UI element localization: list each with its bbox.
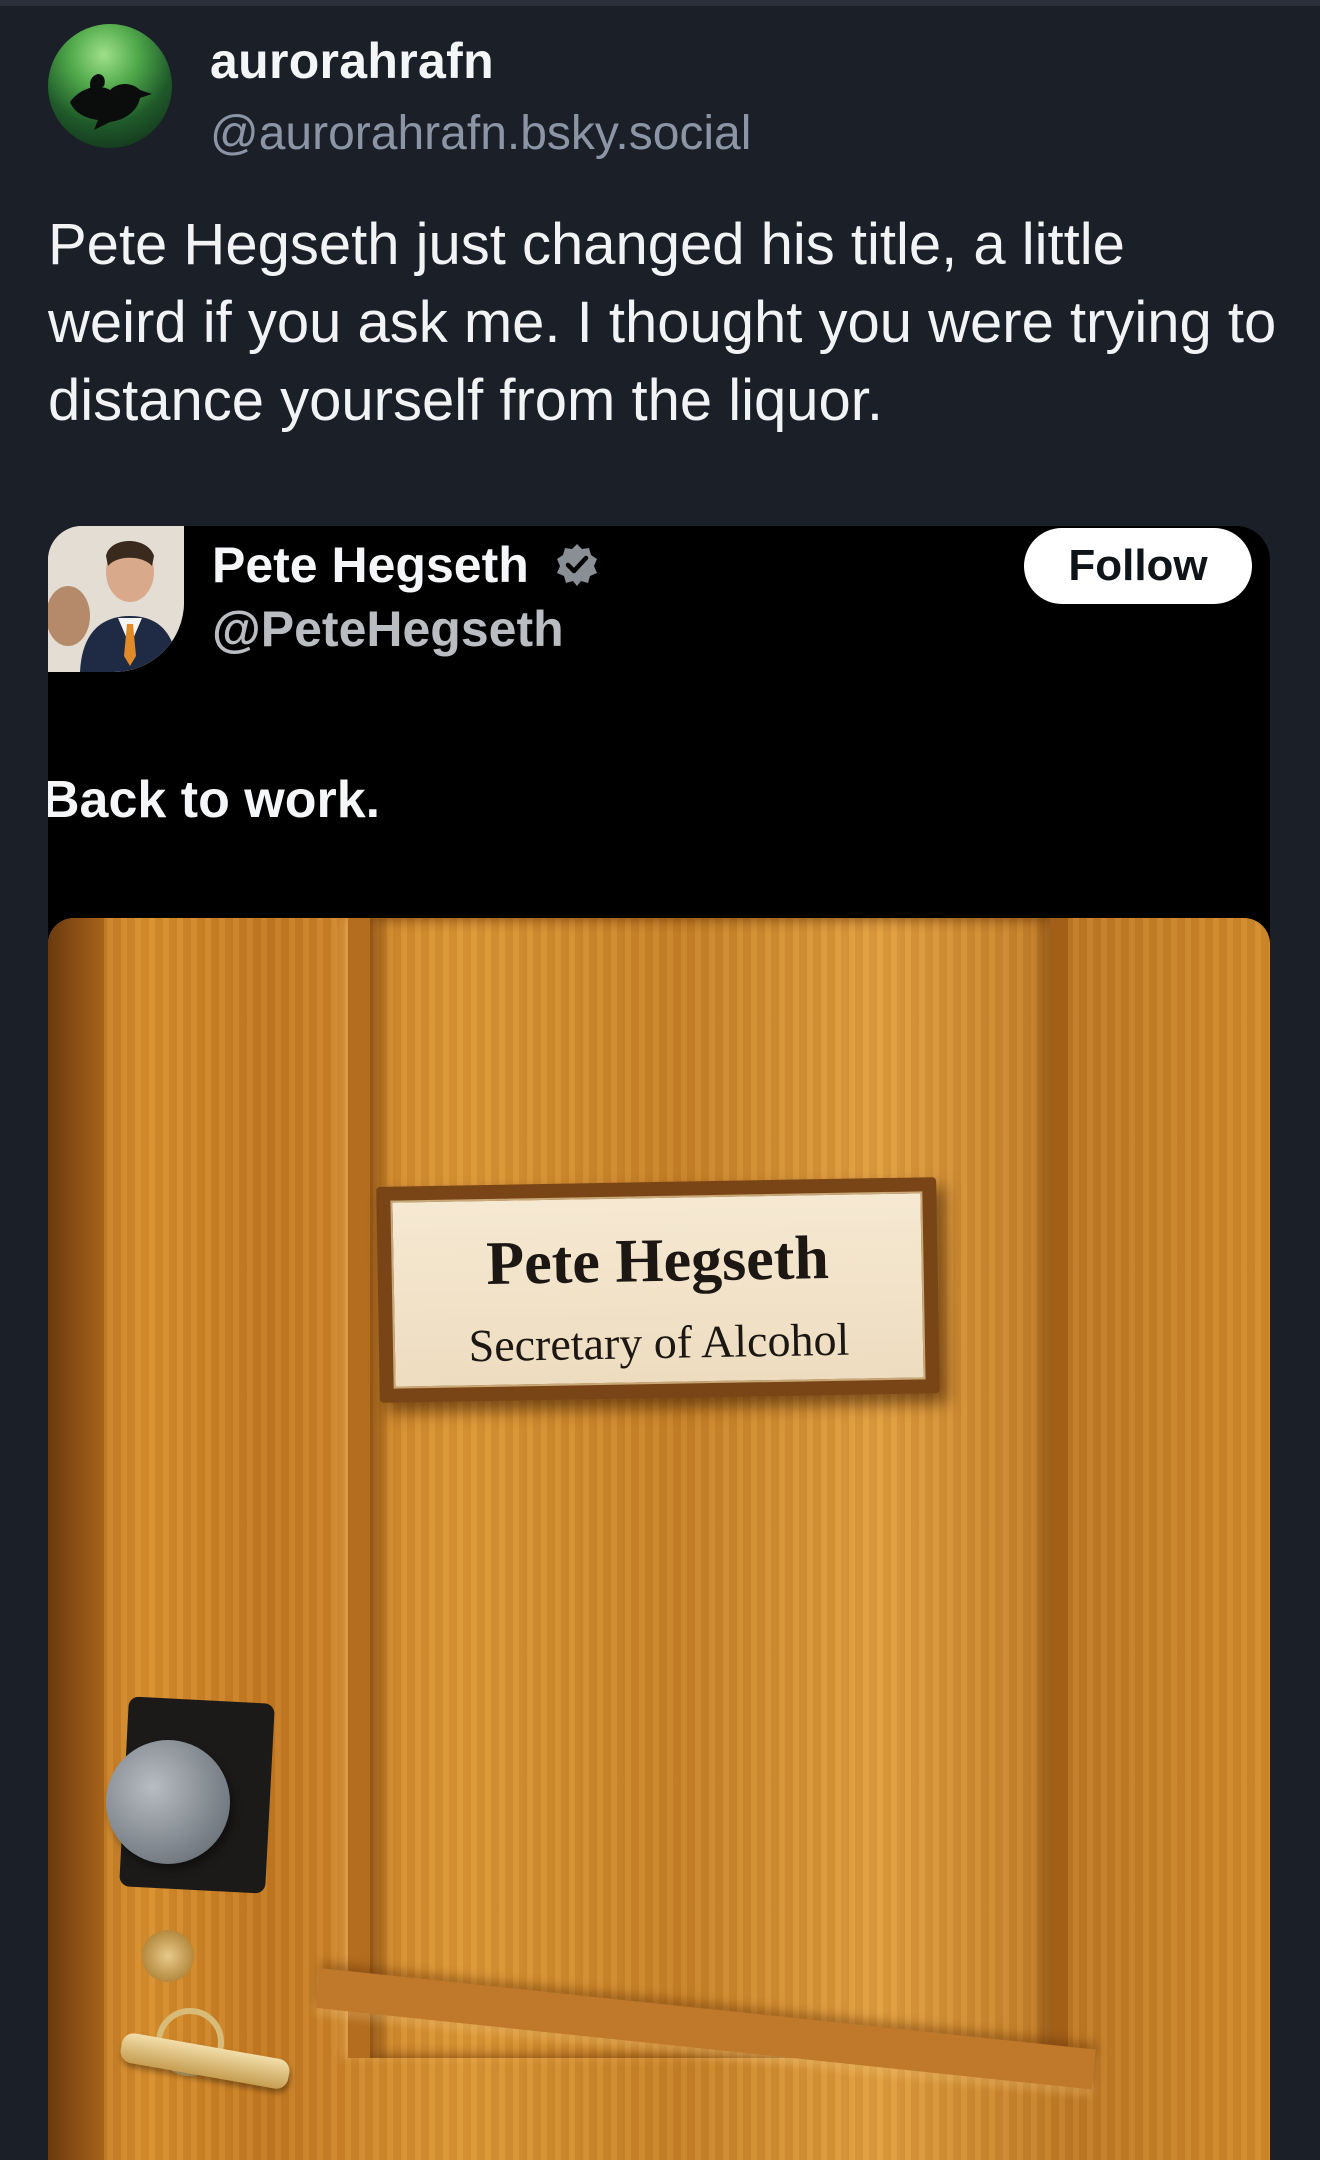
embedded-author-name: Pete Hegseth	[212, 536, 599, 598]
door-frame-edge	[48, 918, 104, 2160]
embedded-post-text: Back to work.	[48, 771, 381, 829]
deadbolt-knob-icon	[106, 1740, 230, 1864]
raven-icon	[70, 74, 152, 130]
plaque-name-text: Pete Hegseth	[485, 1224, 830, 1298]
author-avatar[interactable]	[48, 24, 172, 148]
verified-badge-icon	[555, 540, 599, 598]
embedded-screenshot[interactable]: Pete Hegseth @PeteHegseth Follow Back to…	[48, 526, 1270, 2160]
author-display-name[interactable]: aurorahrafn	[210, 32, 494, 90]
keyhole-icon	[142, 1930, 194, 1982]
embedded-author-handle: @PeteHegseth	[212, 601, 564, 657]
follow-button[interactable]: Follow	[1024, 528, 1252, 604]
profile-photo-avatar-icon	[48, 526, 184, 672]
embedded-author-avatar	[48, 526, 184, 672]
author-handle[interactable]: @aurorahrafn.bsky.social	[210, 106, 751, 161]
door-panel	[348, 918, 1068, 2058]
name-plaque-face: Pete Hegseth Secretary of Alcohol	[390, 1191, 926, 1389]
embedded-author-name-text: Pete Hegseth	[212, 537, 529, 593]
top-divider	[0, 0, 1320, 6]
office-door-photo[interactable]: Pete Hegseth Secretary of Alcohol	[48, 918, 1270, 2160]
name-plaque: Pete Hegseth Secretary of Alcohol	[376, 1177, 940, 1403]
post-text: Pete Hegseth just changed his title, a l…	[48, 212, 1277, 433]
plaque-title-text: Secretary of Alcohol	[468, 1313, 850, 1372]
